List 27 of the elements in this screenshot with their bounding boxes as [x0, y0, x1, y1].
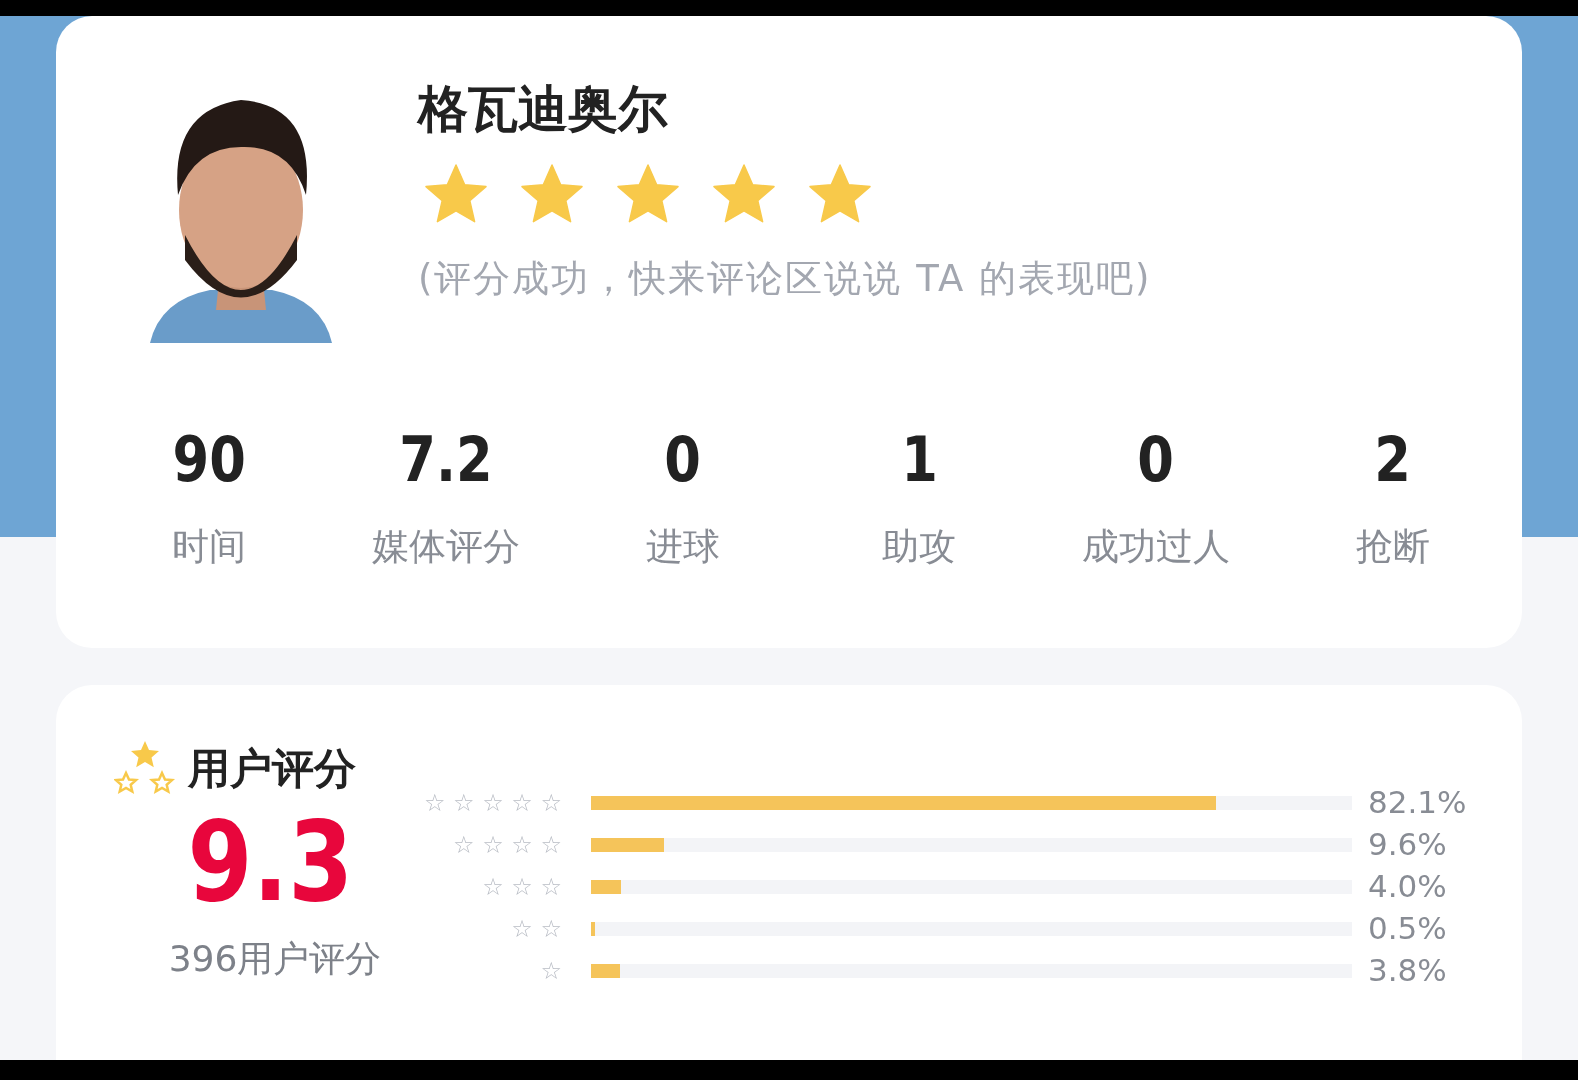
percentage: 9.6%	[1368, 825, 1447, 865]
stat-value: 7.2	[399, 425, 493, 495]
star-scale: ☆ ☆	[511, 916, 562, 941]
stat-label: 进球	[645, 524, 720, 570]
percentage: 82.1%	[1368, 783, 1467, 823]
percentage: 4.0%	[1368, 867, 1447, 907]
section-title: 用户评分	[188, 743, 356, 795]
stat-value: 0	[664, 425, 701, 495]
star-scale: ☆ ☆ ☆ ☆	[453, 832, 562, 857]
percentage: 3.8%	[1368, 951, 1447, 991]
star-scale: ☆ ☆ ☆ ☆ ☆	[423, 790, 562, 815]
stat-label: 媒体评分	[372, 524, 520, 570]
rating-message: (评分成功，快来评论区说说 TA 的表现吧)	[418, 256, 1152, 302]
average-score: 9.3	[187, 806, 353, 918]
stat-value: 2	[1374, 425, 1411, 495]
player-name: 格瓦迪奥尔	[418, 79, 669, 139]
stat-label: 助攻	[882, 524, 957, 570]
stat-label: 时间	[172, 524, 247, 570]
stat-value: 0	[1137, 425, 1175, 495]
star-scale: ☆ ☆ ☆	[482, 874, 562, 899]
stat-label: 成功过人	[1082, 524, 1230, 570]
star-scale: ☆	[540, 958, 562, 983]
stat-value: 90	[172, 425, 246, 495]
stat-label: 抢断	[1355, 524, 1430, 570]
percentage: 0.5%	[1368, 909, 1447, 949]
rating-count: 396用户评分	[168, 937, 382, 981]
stat-value: 1	[901, 425, 938, 495]
